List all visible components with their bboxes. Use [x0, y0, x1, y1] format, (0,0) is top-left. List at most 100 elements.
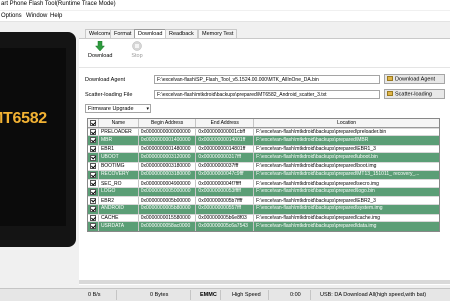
table-row[interactable]: CACHE 0x0000000015580000 0x000000005b6e8f0…	[88, 213, 439, 223]
partition-location[interactable]: F:\excelvan-flash\mtkdroid\backups\prepa…	[254, 180, 439, 187]
table-row[interactable]: ANDROID 0x0000000005b80000 0x000000000557f…	[88, 204, 439, 214]
row-checkbox[interactable]	[89, 189, 96, 196]
partition-location[interactable]: F:\excelvan-flash\mtkdroid\backups\prepa…	[254, 197, 439, 204]
header-check-cell[interactable]	[88, 119, 99, 127]
partition-location[interactable]: F:\excelvan-flash\mtkdroid\backups\prepa…	[254, 222, 439, 231]
download-agent-label: Download Agent	[85, 77, 126, 83]
chevron-down-icon: ▾	[146, 106, 149, 112]
table-row[interactable]: RECOVERY 0x0000000003180000 0x00000000047c…	[88, 170, 439, 180]
toolbar-separator	[79, 67, 450, 68]
scatter-label: Scatter-loading File	[85, 92, 133, 98]
partition-name: CACHE	[99, 214, 139, 222]
partition-location[interactable]: F:\excelvan-flash\mtkdroid\backups\prepa…	[254, 215, 439, 222]
menu-bar: Options Window Help	[0, 11, 450, 22]
row-checkbox[interactable]	[89, 214, 96, 221]
mode-select[interactable]: Firmware Upgrade ▾	[85, 104, 151, 113]
stop-button[interactable]: Stop	[125, 41, 149, 65]
partition-name: MBR	[99, 136, 139, 145]
tab-readback[interactable]: Readback	[165, 29, 198, 38]
row-check-cell[interactable]	[88, 162, 99, 170]
row-check-cell[interactable]	[88, 214, 99, 222]
menu-window[interactable]: Window	[26, 13, 47, 19]
table-row[interactable]: USRDATA 0x0000000058ac0000 0x000000005c6a7…	[88, 222, 439, 231]
row-check-cell[interactable]	[88, 136, 99, 145]
download-agent-button[interactable]: Download Agent	[384, 74, 445, 84]
begin-address: 0x0000000001480000	[139, 145, 197, 153]
begin-address: 0x0000000005000000	[139, 187, 197, 197]
scatter-path[interactable]: F:\excelvan-flash\mtkdroid\backups\prepa…	[154, 90, 380, 99]
status-separator	[220, 290, 221, 300]
partition-name: ANDROID	[99, 204, 139, 214]
row-check-cell[interactable]	[88, 222, 99, 231]
table-row[interactable]: PRELOADER 0x0000000000000000 0x00000000000…	[88, 127, 439, 137]
end-address: 0x00000000014801ff	[196, 145, 255, 153]
row-checkbox[interactable]	[89, 154, 96, 161]
status-time: 0:00	[290, 292, 301, 298]
end-address: 0x0000000004f7ffff	[196, 180, 255, 187]
begin-address: 0x0000000000000000	[139, 128, 197, 136]
partition-location[interactable]: F:\excelvan-flash\mtkdroid\backups\prepa…	[254, 205, 439, 214]
partition-table: Name Begin Address End Address Location …	[87, 118, 440, 232]
partition-name: RECOVERY	[99, 170, 139, 180]
row-checkbox[interactable]	[89, 180, 96, 187]
end-address: 0x0000000005b7ffff	[196, 197, 255, 204]
row-checkbox[interactable]	[89, 146, 96, 153]
phone-image: MT6582	[0, 32, 76, 247]
row-checkbox[interactable]	[89, 171, 96, 178]
partition-location[interactable]: F:\excelvan-flash\mtkdroid\backups\prepa…	[254, 129, 439, 136]
partition-location[interactable]: F:\excelvan-flash\mtkdroid\backups\prepa…	[254, 146, 439, 153]
download-button[interactable]: Download	[88, 41, 112, 65]
row-check-cell[interactable]	[88, 153, 99, 162]
status-separator	[116, 290, 117, 300]
end-address: 0x000000000317fff	[196, 153, 255, 162]
partition-location[interactable]: F:\excelvan-flash\mtkdroid\backups\prepa…	[254, 188, 439, 197]
table-row[interactable]: SEC_RO 0x0000000004900000 0x0000000004f7ff…	[88, 179, 439, 188]
chip-label: MT6582	[0, 110, 47, 127]
row-check-cell[interactable]	[88, 145, 99, 153]
end-address: 0x00000000014001ff	[196, 136, 255, 145]
table-row[interactable]: EBR1 0x0000000001480000 0x00000000014801ff…	[88, 144, 439, 154]
row-check-cell[interactable]	[88, 204, 99, 214]
download-arrow-icon	[95, 41, 105, 51]
row-checkbox[interactable]	[89, 223, 96, 230]
partition-name: USRDATA	[99, 222, 139, 231]
table-row[interactable]: UBOOT 0x0000000003120000 0x000000000317fff…	[88, 153, 439, 162]
tab-download[interactable]: Download	[134, 29, 167, 38]
table-row[interactable]: MBR 0x0000000001400000 0x00000000014001ff F…	[88, 136, 439, 145]
row-checkbox[interactable]	[89, 128, 96, 135]
table-row[interactable]: LOGO 0x0000000005000000 0x00000000053fffff…	[88, 187, 439, 197]
row-check-cell[interactable]	[88, 170, 99, 180]
row-check-cell[interactable]	[88, 187, 99, 197]
table-row[interactable]: EBR2 0x0000000005b00000 0x0000000005b7ffff…	[88, 196, 439, 205]
select-all-checkbox[interactable]	[89, 119, 96, 126]
menu-help[interactable]: Help	[50, 13, 62, 19]
partition-location[interactable]: F:\excelvan-flash\mtkdroid\backups\prepa…	[254, 153, 439, 162]
row-checkbox[interactable]	[89, 206, 96, 213]
tab-memory-test[interactable]: Memory Test	[198, 29, 238, 38]
row-checkbox[interactable]	[89, 197, 96, 204]
partition-name: BOOTIMG	[99, 162, 139, 170]
row-checkbox[interactable]	[89, 137, 96, 144]
begin-address: 0x0000000003180000	[139, 170, 197, 180]
download-agent-path[interactable]: F:\excelvan-flash\SP_Flash_Tool_v5.1524.…	[154, 75, 380, 84]
scatter-loading-button[interactable]: Scatter-loading	[384, 89, 445, 99]
partition-location[interactable]: F:\excelvan-flash\mtkdroid\backups\prepa…	[254, 136, 439, 145]
download-tab-content: Download Stop Download Agent F:\excelvan…	[79, 38, 450, 285]
table-row[interactable]: BOOTIMG 0x0000000003180000 0x00000000037ff…	[88, 161, 439, 171]
row-check-cell[interactable]	[88, 197, 99, 204]
partition-name: SEC_RO	[99, 180, 139, 187]
partition-location[interactable]: F:\excelvan-flash\mtkdroid\backups\prepa…	[254, 163, 439, 170]
window-title: art Phone Flash Tool(Runtime Trace Mode)	[1, 1, 116, 7]
tab-format[interactable]: Format	[110, 29, 136, 38]
status-speed: 0 B/s	[88, 292, 101, 298]
row-check-cell[interactable]	[88, 180, 99, 187]
end-address: 0x000000000001cbff	[196, 128, 255, 136]
end-address: 0x000000005c6a7543	[196, 222, 255, 231]
row-check-cell[interactable]	[88, 128, 99, 136]
device-panel: MT6582	[0, 22, 79, 290]
partition-location[interactable]: F:\excelvan-flash\mtkdroid\backups\prepa…	[254, 171, 439, 180]
end-address: 0x00000000047c9fff	[196, 170, 255, 180]
table-body: PRELOADER 0x0000000000000000 0x00000000000…	[88, 127, 439, 231]
row-checkbox[interactable]	[89, 163, 96, 170]
menu-options[interactable]: Options	[1, 13, 22, 19]
